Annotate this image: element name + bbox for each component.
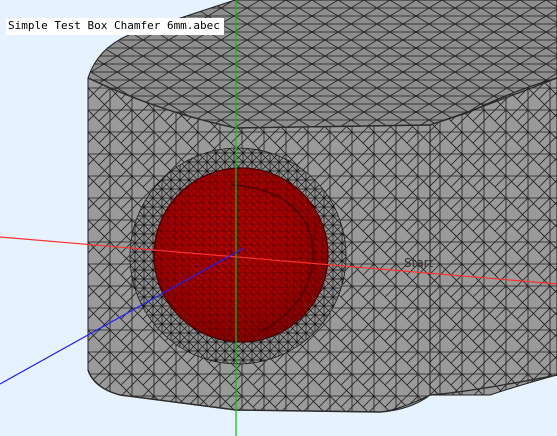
- 3d-viewport[interactable]: Simple Test Box Chamfer 6mm.abec Start: [0, 0, 557, 436]
- box-side-face: [429, 77, 557, 396]
- driver-shading: [154, 168, 328, 342]
- mesh-scene[interactable]: [0, 0, 557, 436]
- file-title-label: Simple Test Box Chamfer 6mm.abec: [6, 18, 224, 35]
- start-marker-label: Start: [404, 256, 434, 270]
